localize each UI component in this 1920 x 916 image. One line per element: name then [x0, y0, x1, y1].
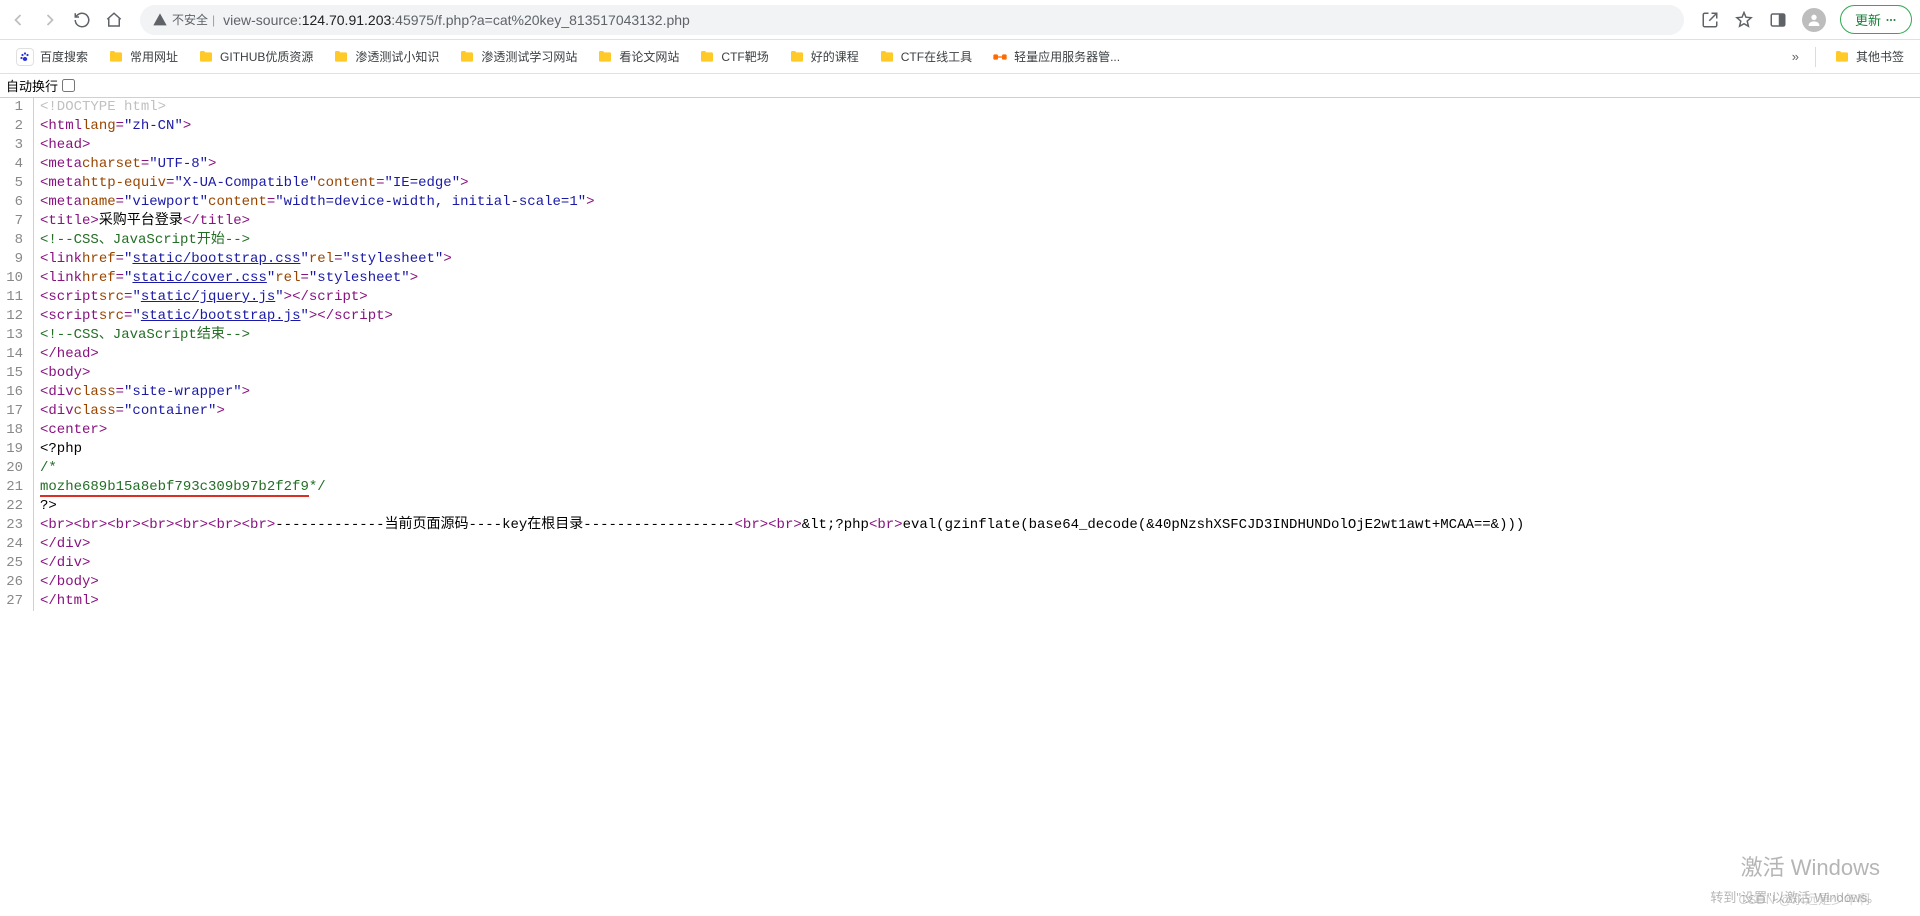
source-line: </html> — [40, 592, 1524, 611]
reload-icon[interactable] — [72, 10, 92, 30]
source-line: <script src="static/bootstrap.js"></scri… — [40, 307, 1524, 326]
bookmark-label: CTF在线工具 — [901, 48, 972, 65]
source-line: <script src="static/jquery.js"></script> — [40, 288, 1524, 307]
bookmark-label: 渗透测试学习网站 — [481, 48, 577, 65]
watermark-csdn: CSDN @永远是少年啊 — [1738, 889, 1870, 908]
source-line: /* — [40, 459, 1524, 478]
source-line: <link href="static/cover.css" rel="style… — [40, 269, 1524, 288]
autowrap-row: 自动换行 — [0, 74, 1920, 98]
source-line: <div class="container"> — [40, 402, 1524, 421]
source-link[interactable]: static/jquery.js — [141, 288, 275, 307]
profile-avatar-icon[interactable] — [1802, 8, 1826, 32]
side-panel-icon[interactable] — [1768, 10, 1788, 30]
source-line: <body> — [40, 364, 1524, 383]
bookmark-item[interactable]: 看论文网站 — [589, 44, 687, 69]
source-line: <!DOCTYPE html> — [40, 98, 1524, 117]
watermark-sub: 转到"设置"以激活 Windows。 — [1710, 887, 1880, 906]
folder-icon — [459, 49, 475, 65]
source-code: <!DOCTYPE html><html lang="zh-CN"><head>… — [34, 98, 1524, 611]
bookmark-label: GITHUB优质资源 — [220, 48, 313, 65]
star-icon[interactable] — [1734, 10, 1754, 30]
bookmark-item[interactable]: 常用网址 — [100, 44, 186, 69]
update-button[interactable]: 更新 — [1840, 5, 1912, 34]
source-view: 1234567891011121314151617181920212223242… — [0, 98, 1920, 611]
bookmark-other[interactable]: 其他书签 — [1826, 44, 1912, 69]
bookmark-item[interactable]: GITHUB优质资源 — [190, 44, 321, 69]
update-label: 更新 — [1855, 10, 1881, 29]
source-line: <!--CSS、JavaScript开始--> — [40, 231, 1524, 250]
bookmark-label: 百度搜索 — [40, 48, 88, 65]
bookmark-overflow[interactable]: » — [1786, 49, 1805, 64]
forward-icon[interactable] — [40, 10, 60, 30]
back-icon[interactable] — [8, 10, 28, 30]
address-bar[interactable]: 不安全 | view-source:124.70.91.203:45975/f.… — [140, 5, 1684, 35]
source-line: <link href="static/bootstrap.css" rel="s… — [40, 250, 1524, 269]
source-line: <html lang="zh-CN"> — [40, 117, 1524, 136]
line-gutter: 1234567891011121314151617181920212223242… — [0, 98, 34, 611]
bookmark-label: 好的课程 — [811, 48, 859, 65]
bookmark-separator — [1815, 47, 1816, 67]
bookmark-label: CTF靶场 — [721, 48, 768, 65]
folder-icon — [699, 49, 715, 65]
bookmark-item[interactable]: 百度搜索 — [8, 44, 96, 70]
nav-buttons — [8, 10, 124, 30]
bookmarks-bar: 百度搜索 常用网址 GITHUB优质资源 渗透测试小知识 渗透测试学习网站 看论文网站 CT… — [0, 40, 1920, 74]
source-line: </head> — [40, 345, 1524, 364]
url-text: view-source:124.70.91.203:45975/f.php?a=… — [223, 12, 1672, 28]
folder-icon — [333, 49, 349, 65]
browser-toolbar: 不安全 | view-source:124.70.91.203:45975/f.… — [0, 0, 1920, 40]
autowrap-checkbox[interactable] — [62, 79, 75, 92]
folder-icon — [879, 49, 895, 65]
watermark-title: 激活 Windows — [1741, 850, 1880, 882]
source-link[interactable]: static/bootstrap.js — [141, 307, 301, 326]
source-line: <meta name="viewport" content="width=dev… — [40, 193, 1524, 212]
source-line: <meta http-equiv="X-UA-Compatible" conte… — [40, 174, 1524, 193]
folder-icon — [198, 49, 214, 65]
bookmark-label: 其他书签 — [1856, 48, 1904, 65]
source-line: <title>采购平台登录</title> — [40, 212, 1524, 231]
folder-icon — [789, 49, 805, 65]
bookmark-label: 轻量应用服务器管... — [1014, 48, 1120, 65]
toolbar-right: 更新 — [1700, 5, 1912, 34]
source-line: </body> — [40, 573, 1524, 592]
bookmark-item[interactable]: CTF靶场 — [691, 44, 776, 69]
source-line: </div> — [40, 554, 1524, 573]
source-line: <!--CSS、JavaScript结束--> — [40, 326, 1524, 345]
source-link[interactable]: static/bootstrap.css — [132, 250, 300, 269]
bookmark-item[interactable]: 好的课程 — [781, 44, 867, 69]
bookmark-item[interactable]: CTF在线工具 — [871, 44, 980, 69]
security-warning[interactable]: 不安全 | — [152, 11, 215, 28]
share-icon[interactable] — [1700, 10, 1720, 30]
source-line: <br><br><br><br><br><br><br>------------… — [40, 516, 1524, 535]
source-line: <meta charset="UTF-8"> — [40, 155, 1524, 174]
bookmark-label: 看论文网站 — [619, 48, 679, 65]
baidu-icon — [16, 48, 34, 66]
autowrap-label: 自动换行 — [6, 76, 58, 95]
home-icon[interactable] — [104, 10, 124, 30]
security-label: 不安全 — [172, 11, 208, 28]
folder-icon — [1834, 49, 1850, 65]
source-line: <?php — [40, 440, 1524, 459]
bookmark-item[interactable]: 轻量应用服务器管... — [984, 44, 1128, 69]
source-line: </div> — [40, 535, 1524, 554]
bookmark-item[interactable]: 渗透测试学习网站 — [451, 44, 585, 69]
source-line: <div class="site-wrapper"> — [40, 383, 1524, 402]
source-line: ?> — [40, 497, 1524, 516]
source-link[interactable]: static/cover.css — [132, 269, 266, 288]
source-line: <center> — [40, 421, 1524, 440]
source-line: <head> — [40, 136, 1524, 155]
folder-icon — [597, 49, 613, 65]
folder-icon — [108, 49, 124, 65]
source-line: mozhe689b15a8ebf793c309b97b2f2f9*/ — [40, 478, 1524, 497]
bookmark-item[interactable]: 渗透测试小知识 — [325, 44, 447, 69]
bookmark-label: 渗透测试小知识 — [355, 48, 439, 65]
aliyun-icon — [992, 49, 1008, 65]
bookmark-label: 常用网址 — [130, 48, 178, 65]
